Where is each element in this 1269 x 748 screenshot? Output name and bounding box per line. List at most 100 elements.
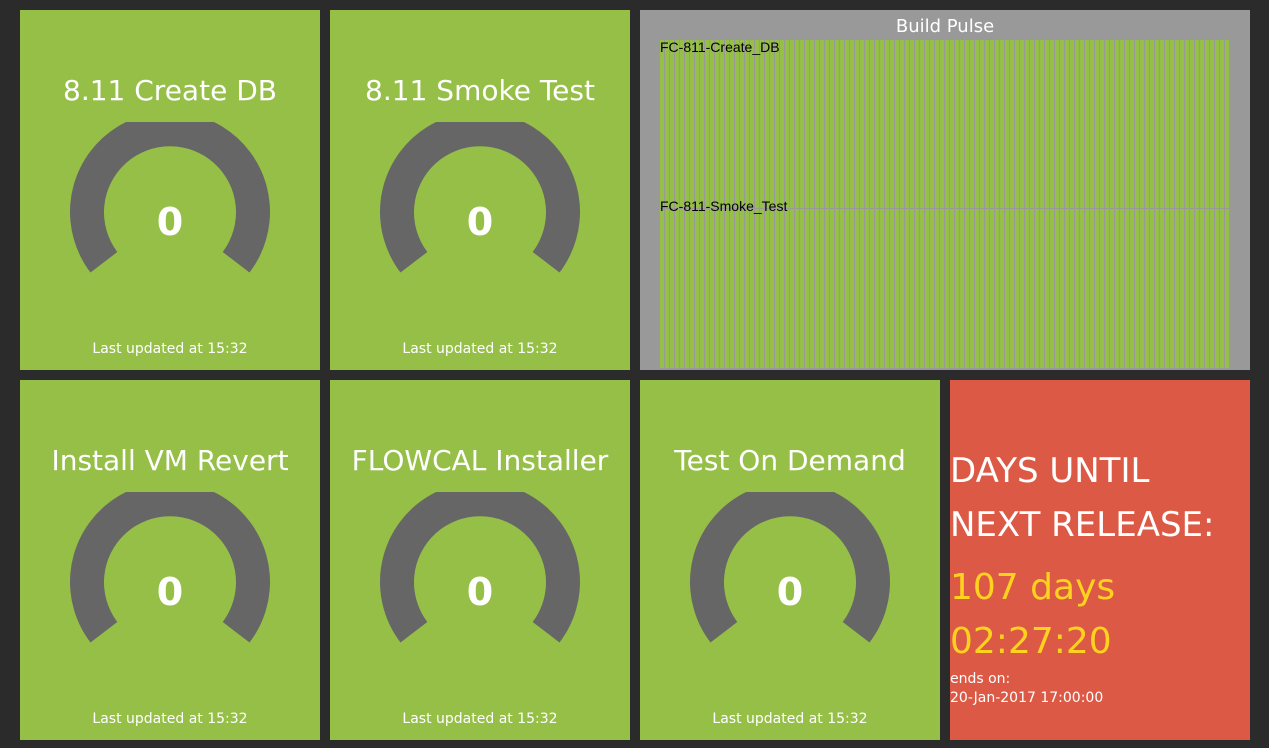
widget-title: FLOWCAL Installer xyxy=(351,444,609,477)
pulse-build-bar xyxy=(705,209,709,368)
pulse-build-bar xyxy=(995,209,999,368)
pulse-build-bar xyxy=(1185,209,1189,368)
widget-flowcal-installer: FLOWCAL Installer 0 Last updated at 15:3… xyxy=(330,380,630,740)
pulse-build-bar xyxy=(695,40,699,208)
pulse-build-bar xyxy=(950,209,954,368)
build-pulse-widget: Build Pulse FC-811-Create_DB FC-811-Smok… xyxy=(640,10,1250,370)
pulse-build-bar xyxy=(1055,40,1059,208)
pulse-build-bar xyxy=(1130,40,1134,208)
gauge-value: 0 xyxy=(156,570,184,614)
pulse-build-bar xyxy=(1135,209,1139,368)
pulse-build-bar xyxy=(955,209,959,368)
pulse-build-bar xyxy=(790,209,794,368)
pulse-build-bar xyxy=(760,209,764,368)
countdown-title-line2: NEXT RELEASE: xyxy=(950,505,1215,545)
widget-smoke-test: 8.11 Smoke Test 0 Last updated at 15:32 xyxy=(330,10,630,370)
pulse-build-bar xyxy=(790,40,794,208)
pulse-build-bar xyxy=(1095,209,1099,368)
pulse-build-bar xyxy=(970,209,974,368)
pulse-build-bar xyxy=(685,40,689,208)
pulse-build-bar xyxy=(900,209,904,368)
pulse-build-bar xyxy=(890,209,894,368)
pulse-build-bar xyxy=(1030,209,1034,368)
pulse-build-bar xyxy=(1215,40,1219,208)
pulse-build-bar xyxy=(820,40,824,208)
pulse-build-bar xyxy=(1030,40,1034,208)
widget-test-on-demand: Test On Demand 0 Last updated at 15:32 xyxy=(640,380,940,740)
pulse-build-bar xyxy=(990,40,994,208)
pulse-build-bar xyxy=(1165,40,1169,208)
pulse-build-bar xyxy=(890,40,894,208)
pulse-build-bar xyxy=(860,40,864,208)
pulse-build-bar xyxy=(735,209,739,368)
pulse-build-bar xyxy=(970,40,974,208)
pulse-build-bar xyxy=(1150,209,1154,368)
pulse-build-bar xyxy=(1205,40,1209,208)
pulse-build-bar xyxy=(775,40,779,208)
pulse-build-bar xyxy=(745,209,749,368)
pulse-build-bar xyxy=(770,40,774,208)
pulse-build-bar xyxy=(860,209,864,368)
pulse-build-bar xyxy=(700,40,704,208)
pulse-build-bar xyxy=(775,209,779,368)
pulse-build-bar xyxy=(765,209,769,368)
widget-create-db: 8.11 Create DB 0 Last updated at 15:32 xyxy=(20,10,320,370)
pulse-build-bar xyxy=(920,40,924,208)
pulse-build-bar xyxy=(680,209,684,368)
pulse-build-bar xyxy=(1150,40,1154,208)
pulse-build-bar xyxy=(855,40,859,208)
pulse-build-bar xyxy=(1080,209,1084,368)
pulse-build-bar xyxy=(1070,209,1074,368)
pulse-build-bar xyxy=(1220,40,1224,208)
pulse-build-bar xyxy=(1155,209,1159,368)
pulse-build-bar xyxy=(960,209,964,368)
pulse-build-bar xyxy=(680,40,684,208)
countdown-title: DAYS UNTIL NEXT RELEASE: xyxy=(950,444,1250,552)
pulse-build-bar xyxy=(755,40,759,208)
pulse-build-bar xyxy=(1215,209,1219,368)
pulse-build-bar xyxy=(1010,209,1014,368)
pulse-build-bar xyxy=(1210,209,1214,368)
pulse-build-bar xyxy=(785,209,789,368)
pulse-build-bar xyxy=(1200,209,1204,368)
pulse-build-bar xyxy=(985,209,989,368)
pulse-build-bar xyxy=(980,209,984,368)
pulse-build-bar xyxy=(1035,40,1039,208)
last-updated: Last updated at 15:32 xyxy=(92,711,248,727)
gauge-value: 0 xyxy=(466,200,494,244)
pulse-build-bar xyxy=(1170,209,1174,368)
pulse-build-bar xyxy=(740,209,744,368)
countdown-ends-date: 20-Jan-2017 17:00:00 xyxy=(950,690,1104,706)
pulse-build-bar xyxy=(875,209,879,368)
pulse-build-bar xyxy=(805,209,809,368)
gauge-value: 0 xyxy=(466,570,494,614)
pulse-build-bar xyxy=(720,40,724,208)
pulse-build-bar xyxy=(745,40,749,208)
pulse-build-bar xyxy=(880,40,884,208)
pulse-build-bar xyxy=(925,40,929,208)
pulse-build-bar xyxy=(1145,40,1149,208)
pulse-build-bar xyxy=(735,40,739,208)
pulse-build-bar xyxy=(1180,209,1184,368)
pulse-build-bar xyxy=(1175,209,1179,368)
pulse-build-bar xyxy=(1175,40,1179,208)
pulse-build-bar xyxy=(805,40,809,208)
last-updated: Last updated at 15:32 xyxy=(92,341,248,357)
pulse-build-bar xyxy=(1020,209,1024,368)
pulse-build-bar xyxy=(910,40,914,208)
pulse-build-bar xyxy=(690,40,694,208)
widget-title: Test On Demand xyxy=(674,444,906,477)
pulse-build-bar xyxy=(920,209,924,368)
build-pulse-chart xyxy=(660,40,1229,368)
pulse-build-bar xyxy=(850,40,854,208)
pulse-build-bar xyxy=(1225,209,1229,368)
pulse-build-bar xyxy=(940,209,944,368)
pulse-row-bars xyxy=(660,209,1229,368)
pulse-build-bar xyxy=(985,40,989,208)
pulse-build-bar xyxy=(895,40,899,208)
pulse-build-bar xyxy=(1110,209,1114,368)
pulse-build-bar xyxy=(1100,40,1104,208)
countdown-time: 02:27:20 xyxy=(950,621,1112,662)
pulse-build-bar xyxy=(1200,40,1204,208)
pulse-build-bar xyxy=(825,40,829,208)
